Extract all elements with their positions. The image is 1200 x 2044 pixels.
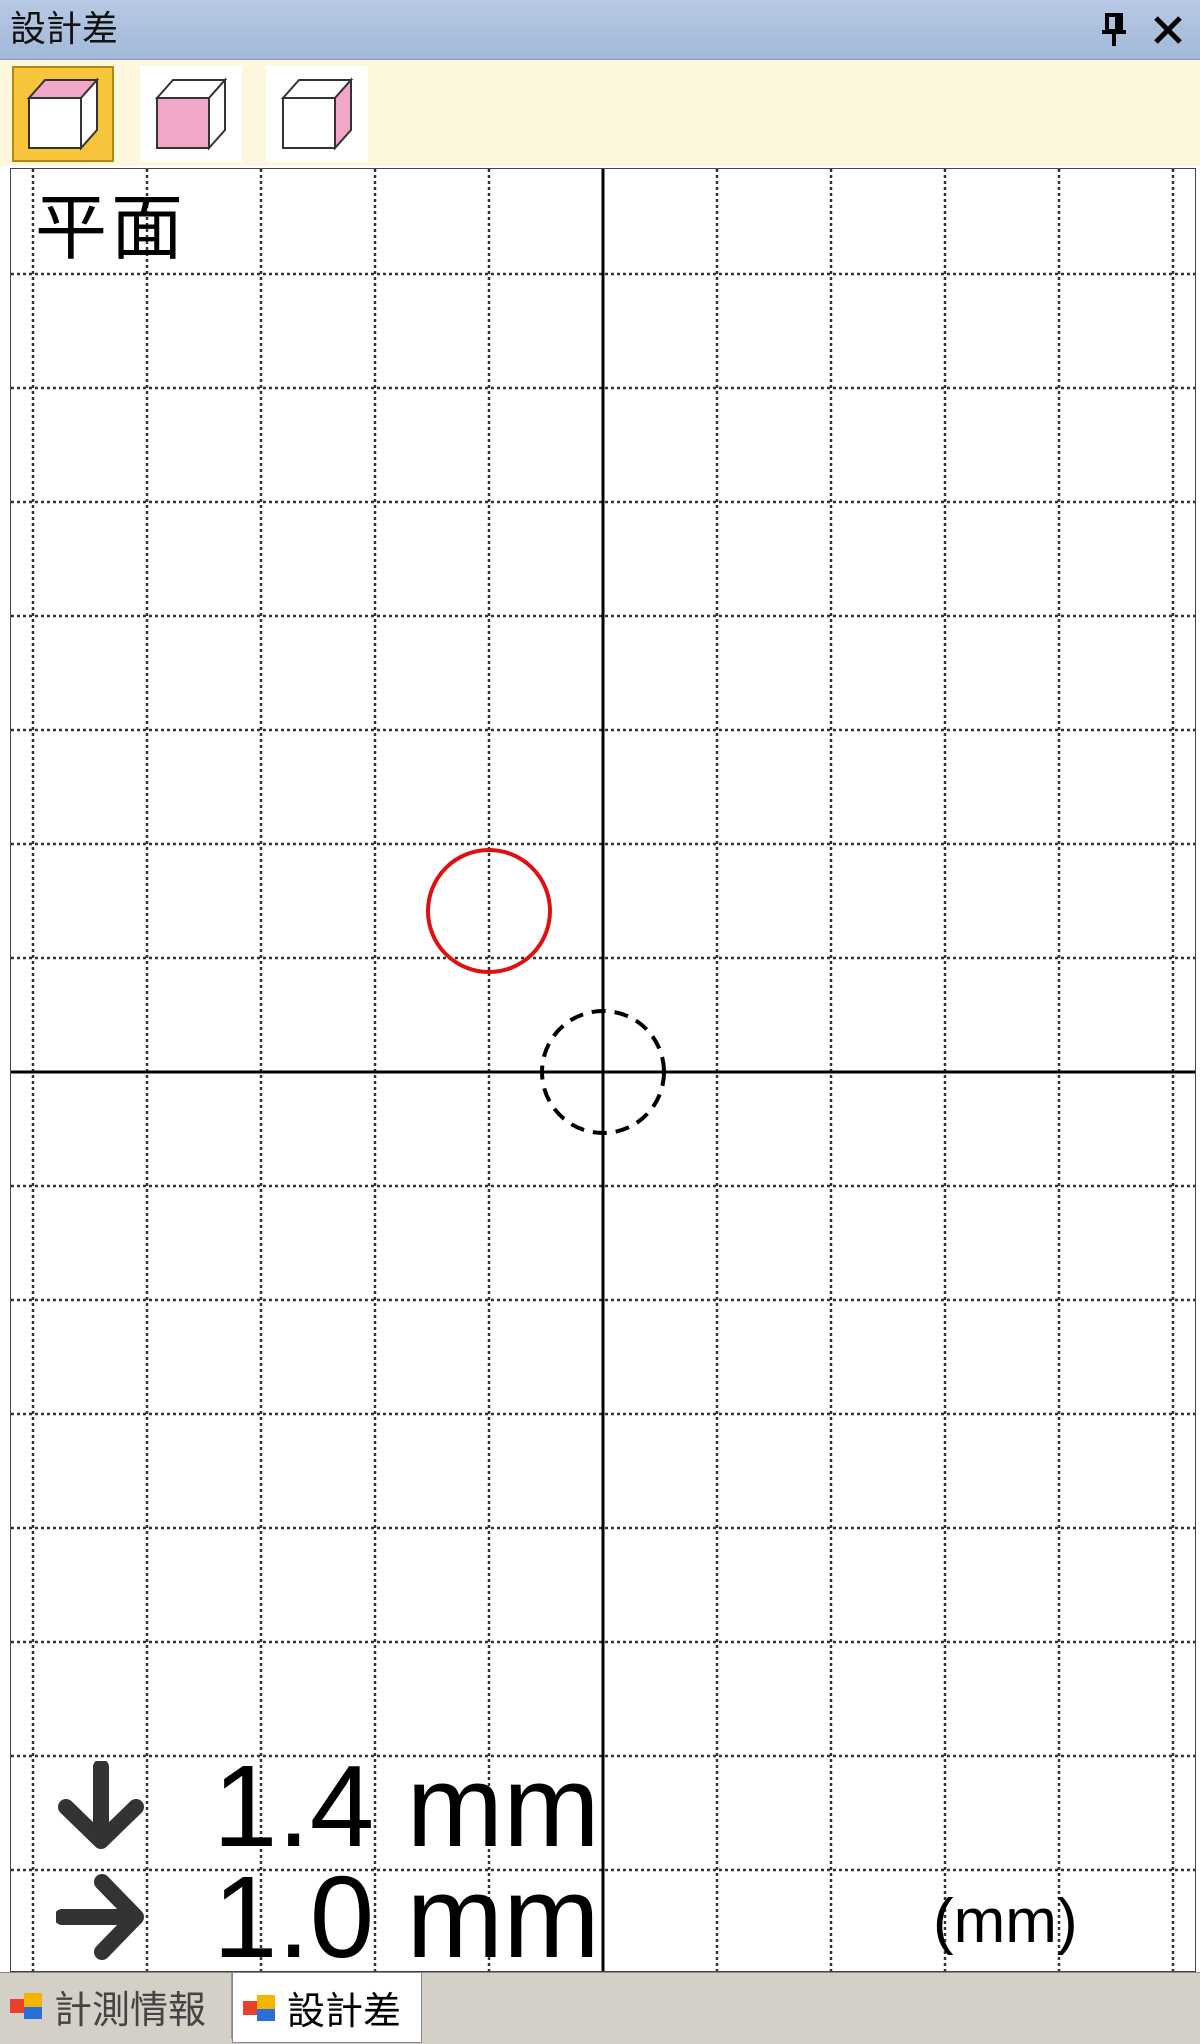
arrow-down-icon [51, 1761, 151, 1851]
tab-design-difference[interactable]: 設計差 [232, 1973, 422, 2043]
cube-top-face-icon [26, 77, 100, 151]
panel-tab-icon [10, 1993, 42, 2019]
unit-label: (mm) [933, 1887, 1078, 1956]
panel-tab-icon [243, 1994, 275, 2021]
side-face-view-button[interactable] [266, 66, 368, 162]
deviation-x-readout: 1.0 mm [51, 1852, 600, 1972]
pin-icon [1102, 13, 1126, 46]
measured-position-marker [426, 848, 552, 974]
panel-tab-bar: 計測情報 設計差 [0, 1972, 1200, 2044]
panel-title: 設計差 [10, 9, 119, 50]
deviation-y-value: 1.4 mm [213, 1741, 600, 1871]
close-icon [1154, 16, 1182, 44]
view-label: 平面 [35, 186, 188, 270]
deviation-y-readout: 1.4 mm [51, 1741, 600, 1871]
panel-title-bar: 設計差 [0, 0, 1200, 60]
cube-front-face-icon [154, 77, 228, 151]
plot-grid [11, 169, 1195, 1971]
deviation-plot-canvas[interactable]: 平面 1.4 mm 1.0 mm (mm) [10, 168, 1196, 1972]
tab-measurement-info[interactable]: 計測情報 [0, 1973, 232, 2039]
tab-label: 計測情報 [54, 1987, 207, 2032]
cube-side-face-icon [280, 77, 354, 151]
pin-button[interactable] [1092, 8, 1136, 52]
close-button[interactable] [1146, 8, 1190, 52]
deviation-x-value: 1.0 mm [213, 1852, 600, 1972]
arrow-right-icon [51, 1872, 151, 1962]
tab-label: 設計差 [287, 1989, 402, 2033]
view-toolbar [0, 60, 1200, 166]
front-face-view-button[interactable] [140, 66, 242, 162]
top-face-view-button[interactable] [12, 66, 114, 162]
